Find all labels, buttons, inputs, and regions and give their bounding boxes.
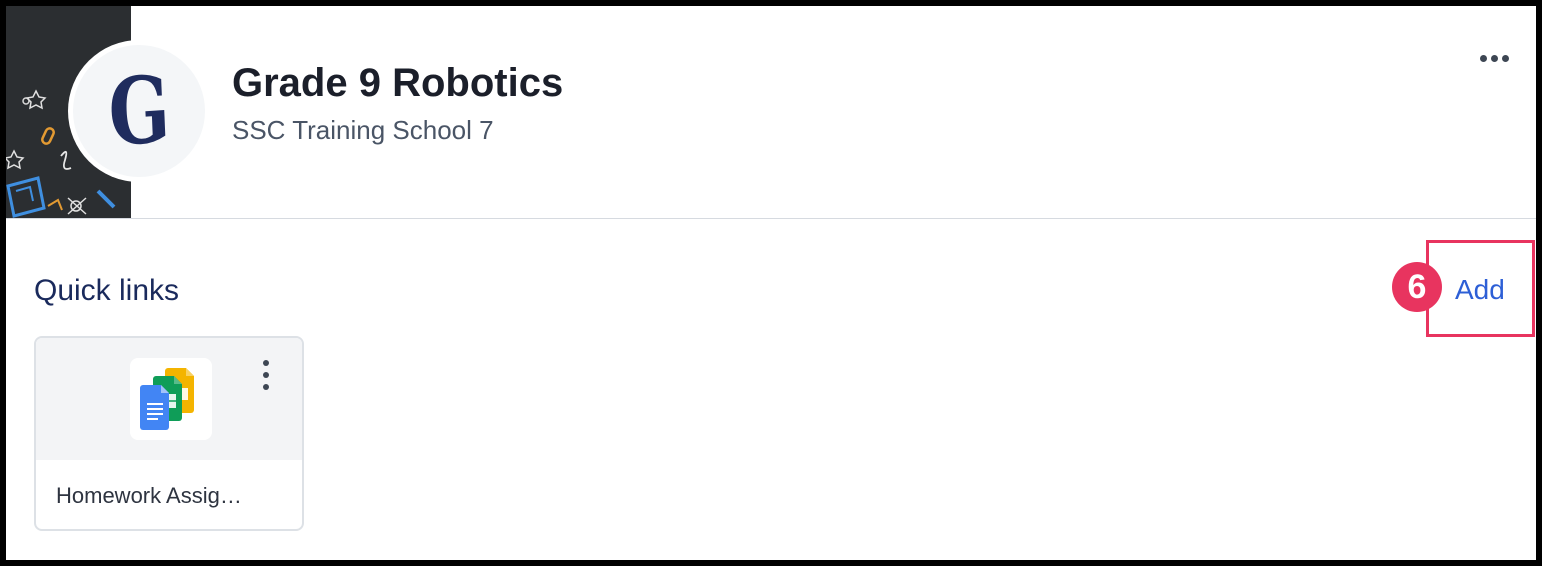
course-page: G Grade 9 Robotics SSC Training School 7… — [0, 0, 1542, 566]
more-vertical-icon — [263, 360, 269, 366]
more-options-button[interactable] — [1474, 46, 1514, 70]
google-docs-sheets-slides-icon — [130, 358, 212, 440]
quick-link-card[interactable]: Homework Assig… — [34, 336, 304, 531]
avatar-letter: G — [106, 55, 172, 167]
quick-links-title: Quick links — [34, 274, 180, 307]
add-quick-link-button[interactable]: Add — [1455, 274, 1505, 306]
school-name: SSC Training School 7 — [232, 115, 494, 145]
header-divider — [6, 218, 1536, 219]
page-title: Grade 9 Robotics — [232, 61, 564, 105]
quick-link-menu-button[interactable] — [258, 360, 274, 390]
course-avatar: G — [68, 40, 210, 182]
more-horizontal-icon — [1479, 54, 1487, 62]
quick-link-label: Homework Assig… — [56, 483, 242, 508]
step-badge: 6 — [1392, 262, 1442, 312]
quick-link-thumbnail — [36, 338, 302, 460]
